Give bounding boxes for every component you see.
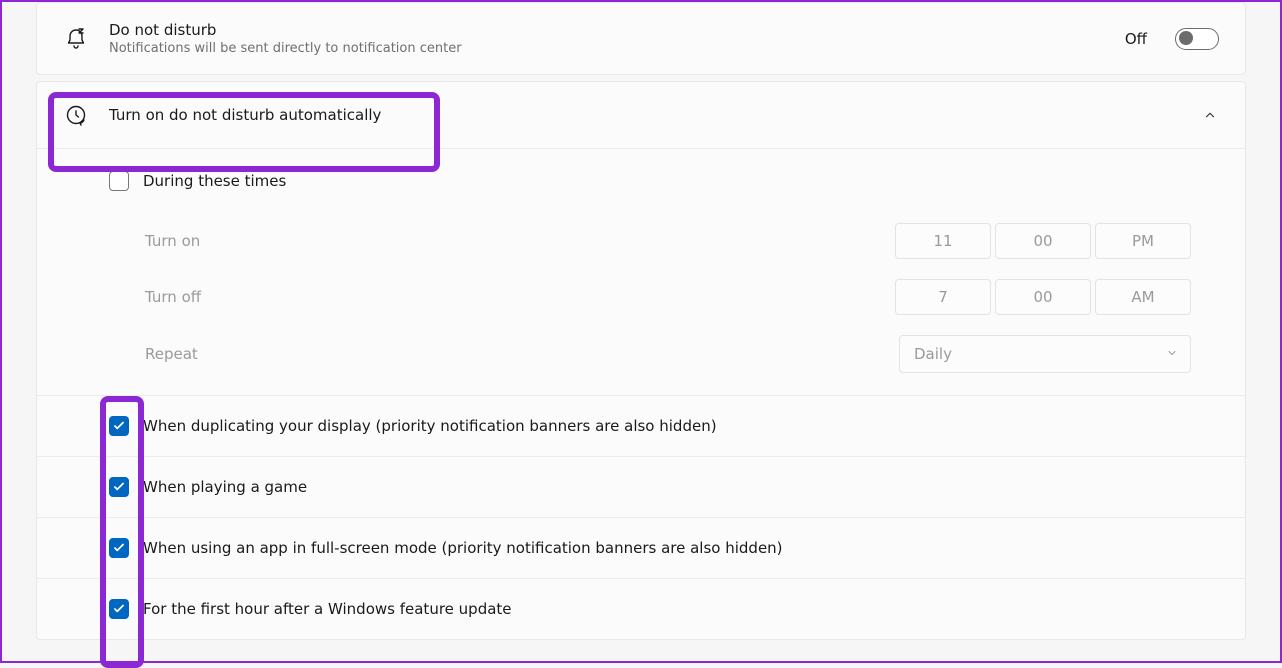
during-times-row: During these times	[37, 149, 1245, 213]
chevron-down-icon	[1166, 345, 1178, 363]
rule-row: When playing a game	[37, 456, 1245, 517]
rule-row: For the first hour after a Windows featu…	[37, 578, 1245, 639]
bell-snooze-icon	[63, 26, 89, 52]
turn-on-label: Turn on	[145, 232, 200, 250]
dnd-state-label: Off	[1125, 30, 1147, 48]
rule-label: When playing a game	[143, 478, 307, 496]
turn-off-hour[interactable]: 7	[895, 279, 991, 315]
dnd-toggle[interactable]	[1175, 28, 1219, 50]
rule-row: When duplicating your display (priority …	[37, 395, 1245, 456]
rule-checkbox-playing-game[interactable]	[109, 477, 129, 497]
dnd-auto-title: Turn on do not disturb automatically	[109, 106, 1181, 124]
dnd-card: Do not disturb Notifications will be sen…	[36, 2, 1246, 75]
rule-label: When duplicating your display (priority …	[143, 417, 717, 435]
repeat-row: Repeat Daily	[37, 325, 1245, 395]
turn-on-hour[interactable]: 11	[895, 223, 991, 259]
during-times-checkbox[interactable]	[109, 171, 129, 191]
turn-on-minute[interactable]: 00	[995, 223, 1091, 259]
turn-on-row: Turn on 11 00 PM	[37, 213, 1245, 269]
rule-checkbox-duplicating-display[interactable]	[109, 416, 129, 436]
turn-off-label: Turn off	[145, 288, 201, 306]
rule-checkbox-fullscreen-app[interactable]	[109, 538, 129, 558]
turn-off-ampm[interactable]: AM	[1095, 279, 1191, 315]
rule-label: For the first hour after a Windows featu…	[143, 600, 512, 618]
dnd-subtitle: Notifications will be sent directly to n…	[109, 41, 1105, 56]
dnd-auto-header[interactable]: Turn on do not disturb automatically	[37, 82, 1245, 148]
dnd-title: Do not disturb	[109, 21, 1105, 39]
turn-off-minute[interactable]: 00	[995, 279, 1091, 315]
dnd-row: Do not disturb Notifications will be sen…	[37, 3, 1245, 74]
turn-off-row: Turn off 7 00 AM	[37, 269, 1245, 325]
repeat-value: Daily	[914, 345, 952, 363]
turn-on-ampm[interactable]: PM	[1095, 223, 1191, 259]
rule-label: When using an app in full-screen mode (p…	[143, 539, 783, 557]
rule-checkbox-feature-update[interactable]	[109, 599, 129, 619]
clock-refresh-icon	[63, 102, 89, 128]
repeat-select[interactable]: Daily	[899, 335, 1191, 373]
repeat-label: Repeat	[145, 345, 198, 363]
during-times-label: During these times	[143, 172, 286, 190]
chevron-up-icon	[1201, 106, 1219, 124]
dnd-auto-card: Turn on do not disturb automatically Dur…	[36, 81, 1246, 640]
rule-row: When using an app in full-screen mode (p…	[37, 517, 1245, 578]
